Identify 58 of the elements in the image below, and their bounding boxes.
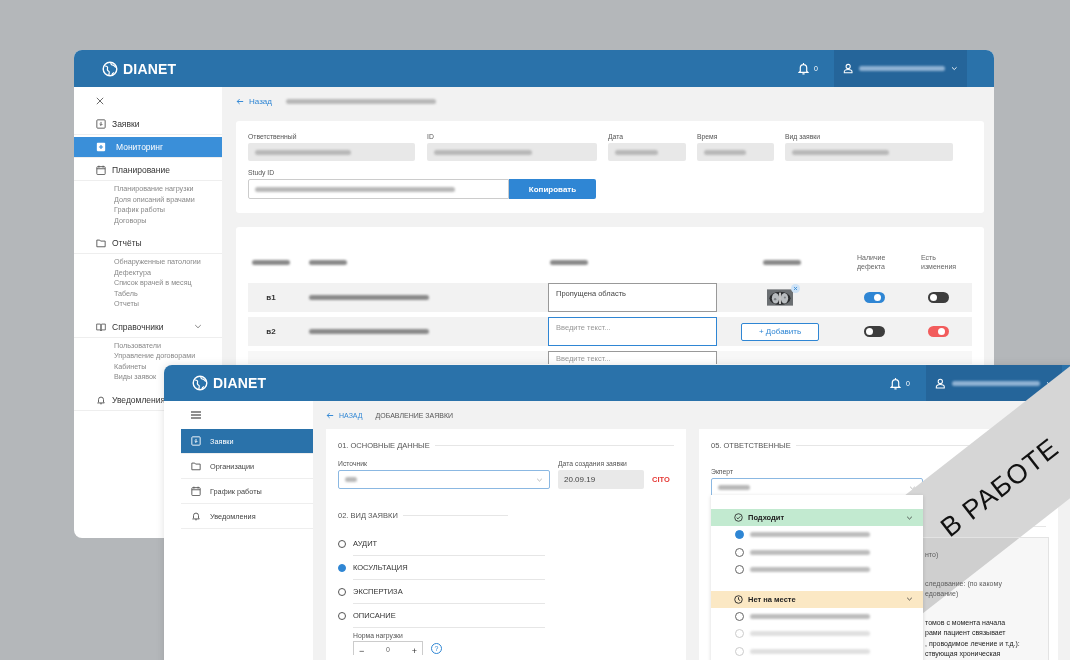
- globe-logo-icon: [102, 60, 118, 77]
- inbox-icon: [96, 119, 106, 129]
- copy-button[interactable]: Копировать: [509, 179, 596, 199]
- defect-code: в2: [266, 327, 276, 336]
- redacted-text: [550, 259, 588, 265]
- chevron-down-icon: [906, 515, 913, 520]
- folder-icon: [96, 238, 106, 248]
- back-link[interactable]: Назад: [236, 96, 272, 106]
- clock-icon: [734, 594, 743, 604]
- sidebar-item[interactable]: Отчёты: [74, 233, 144, 253]
- user-menu[interactable]: [834, 50, 967, 87]
- check-circle-icon: [734, 513, 743, 522]
- sidebar-item[interactable]: Уведомления: [74, 389, 168, 410]
- redacted-text: [615, 149, 658, 155]
- globe-logo-icon: [192, 375, 208, 391]
- folder-icon: [191, 461, 201, 471]
- menu-icon[interactable]: [191, 411, 201, 419]
- source-select[interactable]: [338, 470, 550, 489]
- toggle-switch[interactable]: [927, 292, 949, 303]
- chevron-down-icon: [536, 477, 543, 482]
- defect-code: в1: [266, 293, 276, 302]
- arrow-left-icon: [236, 97, 244, 105]
- sidebar-item[interactable]: Заявки: [74, 114, 142, 134]
- arrow-left-icon: [326, 411, 334, 419]
- book-icon: [96, 321, 106, 332]
- close-icon[interactable]: [96, 97, 104, 105]
- bell-icon[interactable]: [890, 376, 902, 390]
- sidebar-item[interactable]: Планирование: [74, 160, 172, 180]
- chevron-down-icon: [906, 597, 913, 601]
- bell-icon[interactable]: [798, 62, 810, 75]
- inbox-icon: [191, 436, 201, 446]
- sidebar-item[interactable]: Мониторинг: [74, 137, 222, 157]
- plus-box-icon: [96, 142, 106, 152]
- calendar-icon: [96, 165, 106, 175]
- calendar-icon: [191, 486, 201, 496]
- sidebar-item[interactable]: Справочники: [74, 316, 222, 337]
- user-menu[interactable]: [926, 365, 1062, 401]
- remove-icon[interactable]: [791, 284, 800, 293]
- toggle-switch[interactable]: [927, 326, 949, 337]
- toggle-switch[interactable]: [863, 292, 885, 303]
- bell-icon: [96, 394, 106, 405]
- date-field: 20.09.19: [558, 470, 644, 489]
- toggle-switch[interactable]: [863, 326, 885, 337]
- study-id-field[interactable]: [248, 179, 509, 199]
- bell-icon: [191, 511, 201, 521]
- redacted-text: [252, 259, 290, 265]
- redacted-text: [704, 149, 746, 155]
- logo-text: DIANET: [123, 60, 177, 77]
- redacted-text: [763, 259, 801, 265]
- logo-text: DIANET: [213, 375, 267, 391]
- redacted-text: [309, 259, 347, 265]
- user-icon: [935, 377, 946, 389]
- chevron-down-icon: [951, 66, 958, 71]
- add-button[interactable]: + Добавить: [741, 322, 819, 341]
- redacted-text: [345, 477, 357, 482]
- redacted-text: [718, 485, 750, 490]
- user-icon: [843, 63, 854, 74]
- chevron-down-icon: [909, 485, 916, 490]
